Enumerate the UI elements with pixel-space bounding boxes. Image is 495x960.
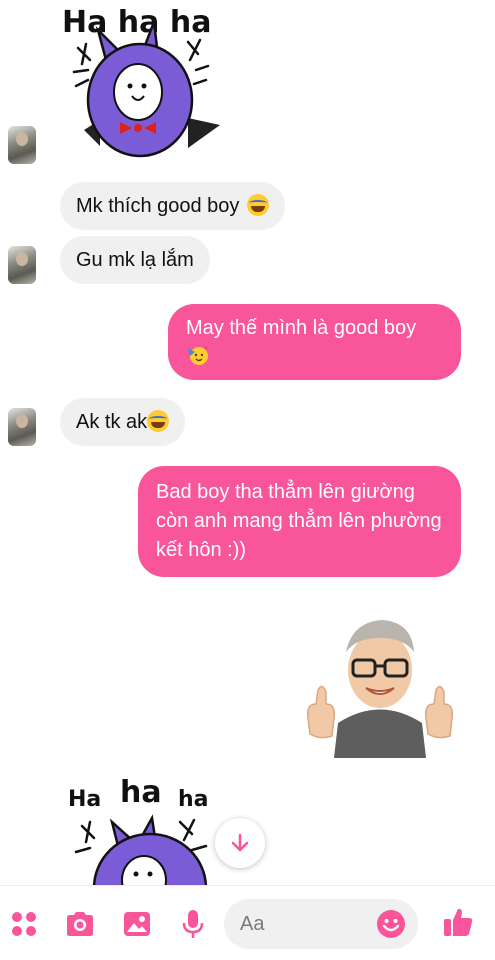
message-thread[interactable]: Ha ha ha Mk thích good boy Gu mk lạ lắm …: [0, 0, 495, 885]
message-text: Gu mk lạ lắm: [76, 249, 194, 271]
grid-dots-icon: [12, 912, 36, 936]
sticker-caption: Ha ha ha: [62, 5, 211, 40]
more-actions-button[interactable]: [8, 908, 40, 940]
message-text: Ak tk ak: [76, 411, 148, 433]
emoji-icon[interactable]: [376, 909, 406, 939]
memoji-thumbs-up-sticker[interactable]: [300, 608, 460, 758]
voice-message-button[interactable]: [177, 908, 209, 940]
contact-avatar[interactable]: [8, 246, 36, 284]
message-bubble-sent[interactable]: May thế mình là good boy: [168, 304, 461, 380]
message-bubble-received[interactable]: Mk thích good boy: [60, 182, 285, 230]
message-text: Mk thích good boy: [76, 195, 240, 217]
scroll-to-latest-button[interactable]: [215, 818, 265, 868]
message-input-container[interactable]: [224, 899, 418, 949]
contact-avatar[interactable]: [8, 408, 36, 446]
ha-ha-ha-sticker[interactable]: Ha ha ha: [60, 0, 240, 165]
camera-icon: [67, 912, 93, 936]
message-text: Bad boy tha thẳm lên giường còn anh mang…: [156, 481, 442, 561]
partying-face-emoji-icon: [188, 346, 208, 365]
message-input[interactable]: [240, 912, 370, 936]
camera-button[interactable]: [64, 908, 96, 940]
sticker-caption: Ha: [68, 787, 101, 812]
message-bubble-sent[interactable]: Bad boy tha thẳm lên giường còn anh mang…: [138, 466, 461, 577]
sticker-caption: ha: [120, 775, 162, 810]
message-bubble-received[interactable]: Gu mk lạ lắm: [60, 236, 210, 284]
image-icon: [124, 912, 150, 936]
like-button[interactable]: [442, 906, 474, 938]
arrow-down-icon: [231, 833, 249, 852]
ha-ha-ha-sticker[interactable]: Ha ha ha: [60, 770, 240, 885]
message-composer: [0, 885, 495, 960]
thumbs-up-icon: [444, 908, 473, 936]
contact-avatar[interactable]: [8, 126, 36, 164]
message-text: May thế mình là good boy: [186, 317, 417, 339]
message-bubble-received[interactable]: Ak tk ak: [60, 398, 186, 446]
sticker-caption: ha: [178, 787, 209, 812]
microphone-icon: [182, 910, 204, 938]
tears-of-joy-emoji-icon: [147, 410, 170, 432]
gallery-button[interactable]: [121, 908, 153, 940]
tears-of-joy-emoji-icon: [247, 194, 269, 216]
